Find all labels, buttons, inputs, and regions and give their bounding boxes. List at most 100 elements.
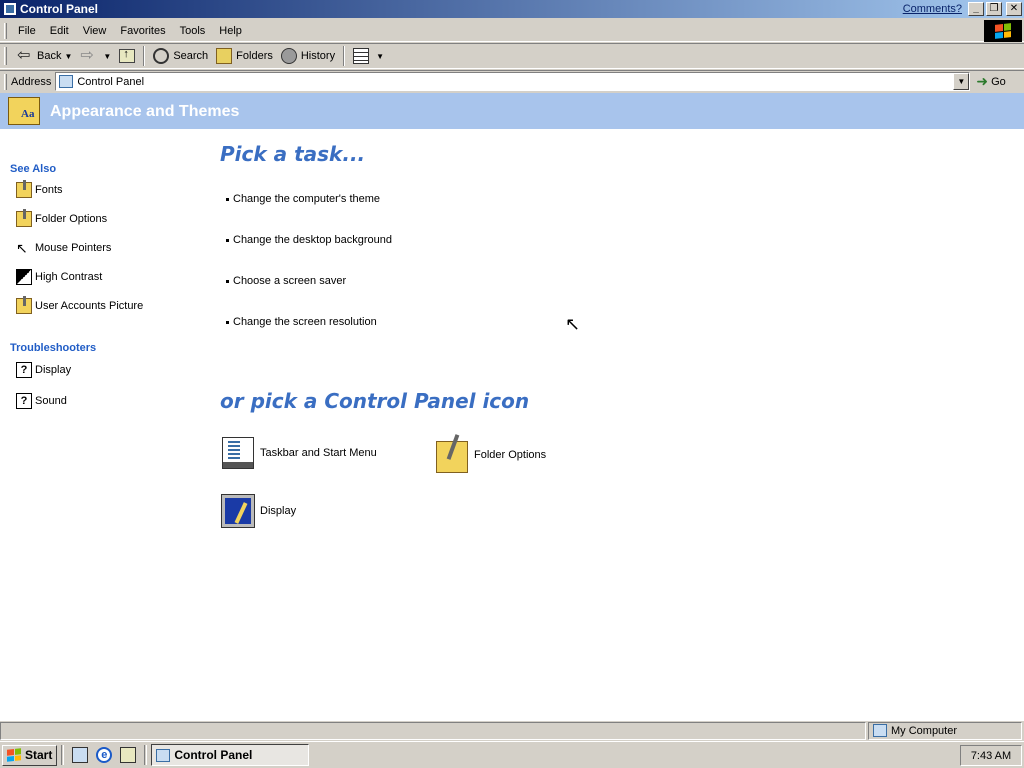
see-also-high-contrast[interactable]: High Contrast <box>16 269 102 285</box>
toolbar-separator <box>343 46 346 66</box>
pick-icon-heading: or pick a Control Panel icon <box>220 389 530 413</box>
back-arrow-icon <box>17 48 33 64</box>
appearance-themes-icon <box>8 97 40 125</box>
address-value[interactable]: Control Panel <box>77 76 953 88</box>
menu-edit[interactable]: Edit <box>43 23 76 39</box>
toolbar-separator <box>143 46 146 66</box>
my-computer-icon <box>873 724 887 737</box>
back-label: Back <box>37 50 62 62</box>
task-screen-resolution-label: Change the screen resolution <box>233 316 377 328</box>
search-icon <box>153 48 170 64</box>
status-zone: My Computer <box>868 721 1022 740</box>
quick-launch-grip[interactable] <box>61 745 65 765</box>
folder-options-icon <box>16 209 32 227</box>
task-screen-saver[interactable]: Choose a screen saver <box>226 275 346 287</box>
see-also-fonts-label: Fonts <box>35 184 63 196</box>
see-also-fonts[interactable]: Fonts <box>16 180 63 198</box>
see-also-user-accounts-picture-label: User Accounts Picture <box>35 300 144 312</box>
icon-folder-options[interactable]: Folder Options <box>436 437 546 473</box>
taskbar: Start e Control Panel 7:43 AM <box>0 741 1024 768</box>
main-panel <box>190 129 1024 720</box>
toolbar-grip[interactable] <box>4 47 7 65</box>
comments-link[interactable]: Comments? <box>903 3 962 15</box>
taskbar-window-control-panel[interactable]: Control Panel <box>151 744 310 766</box>
go-arrow-icon: ➜ <box>976 73 989 89</box>
minimize-button[interactable]: _ <box>968 2 984 16</box>
close-button[interactable]: ✕ <box>1006 2 1022 16</box>
control-panel-icon <box>3 2 17 16</box>
icon-display-label: Display <box>260 505 297 517</box>
history-button[interactable]: History <box>277 45 339 67</box>
folder-options-icon <box>436 441 468 473</box>
status-zone-label: My Computer <box>891 724 958 737</box>
bullet-icon <box>226 238 229 242</box>
menu-view[interactable]: View <box>76 23 114 39</box>
back-button[interactable]: Back ▼ <box>13 45 76 67</box>
task-screen-resolution[interactable]: Change the screen resolution <box>226 316 377 328</box>
troubleshooter-display[interactable]: ? Display <box>16 362 71 378</box>
up-button[interactable] <box>115 45 139 67</box>
search-button[interactable]: Search <box>149 45 212 67</box>
standard-toolbar: Back ▼ ▼ Search Folders History ▼ <box>0 43 1024 69</box>
windows-logo <box>984 20 1022 42</box>
folders-button[interactable]: Folders <box>212 45 277 67</box>
fonts-folder-icon <box>16 180 32 198</box>
display-icon <box>221 494 255 528</box>
menu-help[interactable]: Help <box>212 23 249 39</box>
menu-tools[interactable]: Tools <box>173 23 213 39</box>
see-also-folder-options-label: Folder Options <box>35 213 108 225</box>
help-icon: ? <box>16 362 32 378</box>
windows-flag-icon <box>7 748 21 762</box>
address-dropdown-button[interactable]: ▼ <box>953 73 970 90</box>
system-tray-clock[interactable]: 7:43 AM <box>960 745 1022 766</box>
go-button[interactable]: ➜ Go <box>976 73 1005 90</box>
menu-grip[interactable] <box>4 22 7 39</box>
task-change-background[interactable]: Change the desktop background <box>226 234 392 246</box>
start-button[interactable]: Start <box>2 744 58 766</box>
search-label: Search <box>173 50 209 62</box>
title-bar: Control Panel Comments? _ ❐ ✕ <box>0 0 1024 18</box>
menu-favorites[interactable]: Favorites <box>113 23 172 39</box>
address-input[interactable]: Control Panel ▼ <box>55 72 971 91</box>
views-button[interactable]: ▼ <box>349 45 388 67</box>
icon-taskbar-start-menu[interactable]: Taskbar and Start Menu <box>222 437 377 469</box>
status-main <box>0 721 866 740</box>
see-also-user-accounts-picture[interactable]: User Accounts Picture <box>16 296 144 314</box>
forward-arrow-icon <box>80 48 96 64</box>
bullet-icon <box>226 320 229 324</box>
task-change-theme-label: Change the computer's theme <box>233 193 381 205</box>
troubleshooter-display-label: Display <box>35 364 72 376</box>
taskbar-grip[interactable] <box>144 745 148 765</box>
forward-button[interactable]: ▼ <box>76 45 115 67</box>
bullet-icon <box>226 197 229 201</box>
help-icon: ? <box>16 393 32 409</box>
content-area: Appearance and Themes See Also Fonts Fol… <box>0 93 1024 720</box>
menu-file[interactable]: File <box>11 23 43 39</box>
folders-label: Folders <box>236 50 273 62</box>
restore-button[interactable]: ❐ <box>986 2 1002 16</box>
icon-display[interactable]: Display <box>221 494 297 528</box>
folders-icon <box>216 48 233 64</box>
mouse-pointer-icon <box>16 240 32 256</box>
start-label: Start <box>25 748 53 762</box>
see-also-folder-options[interactable]: Folder Options <box>16 209 108 227</box>
icon-folder-options-label: Folder Options <box>474 449 547 461</box>
icon-taskbar-start-menu-label: Taskbar and Start Menu <box>260 447 377 459</box>
task-change-theme[interactable]: Change the computer's theme <box>226 193 380 205</box>
internet-explorer-icon[interactable]: e <box>96 747 113 763</box>
window-title: Control Panel <box>20 2 99 16</box>
views-dropdown-icon[interactable]: ▼ <box>376 52 384 61</box>
address-grip[interactable] <box>4 73 7 90</box>
troubleshooters-heading: Troubleshooters <box>10 342 97 354</box>
forward-dropdown-icon[interactable]: ▼ <box>103 52 111 61</box>
show-desktop-icon[interactable] <box>72 747 89 763</box>
see-also-mouse-pointers[interactable]: Mouse Pointers <box>16 240 111 256</box>
view-channels-icon[interactable] <box>120 747 137 763</box>
history-icon <box>280 48 297 64</box>
control-panel-icon <box>156 748 171 762</box>
views-icon <box>353 48 370 64</box>
control-panel-icon <box>59 75 74 88</box>
taskbar-window-label: Control Panel <box>174 748 253 762</box>
troubleshooter-sound[interactable]: ? Sound <box>16 393 67 409</box>
back-dropdown-icon[interactable]: ▼ <box>64 52 72 61</box>
